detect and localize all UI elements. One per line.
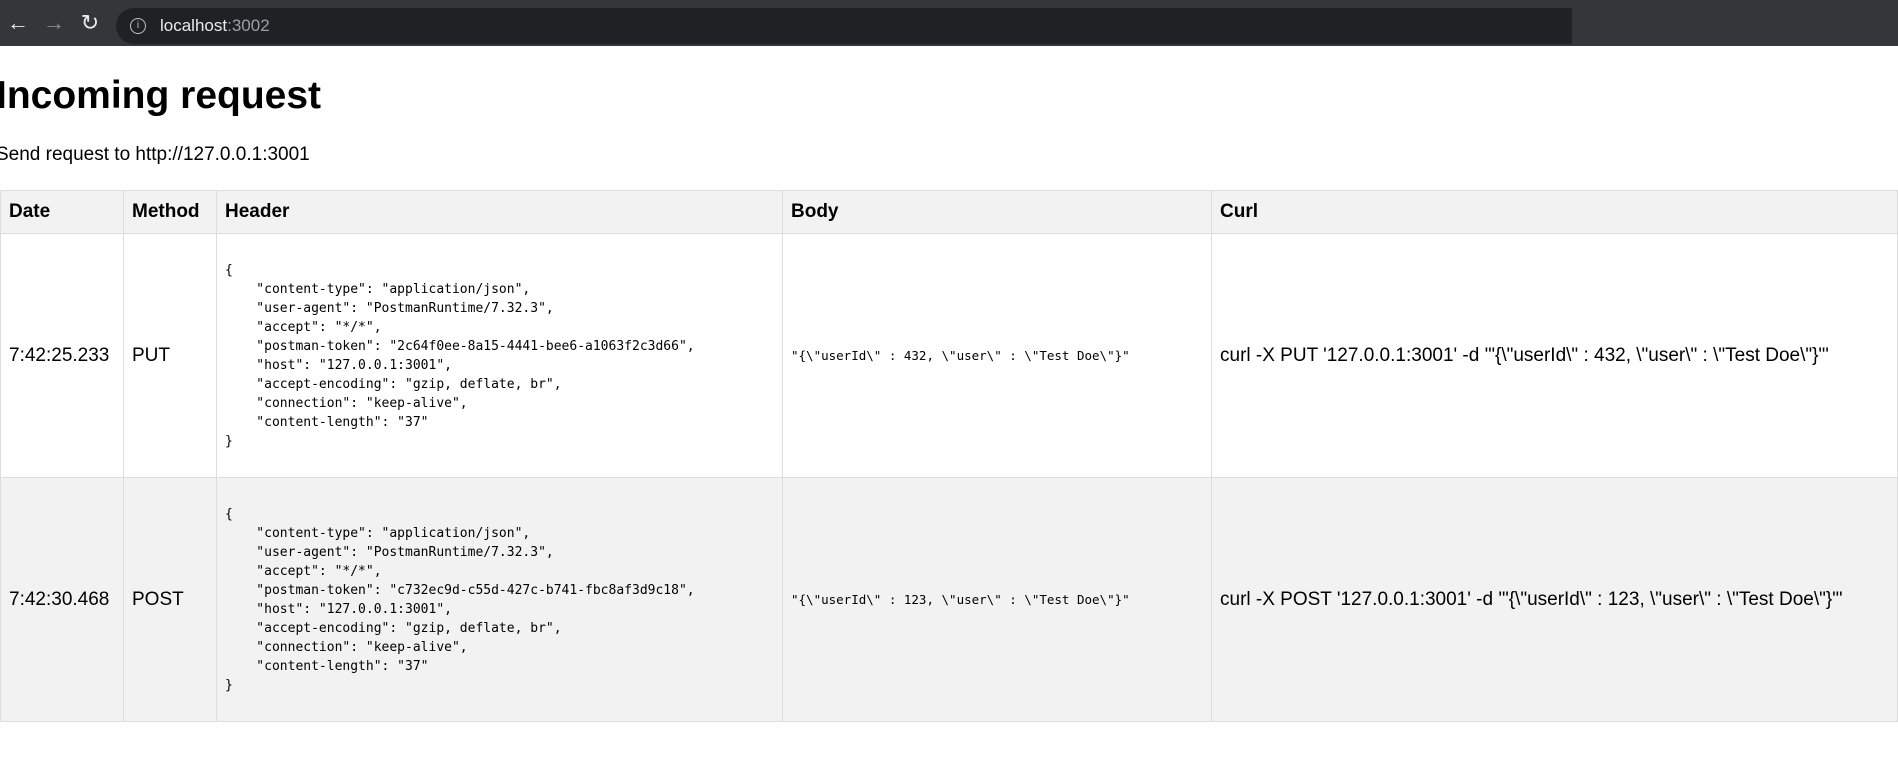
cell-curl: curl -X POST '127.0.0.1:3001' -d '"{\"us…	[1211, 477, 1898, 722]
browser-toolbar: ← → ↻ i localhost:3002	[0, 0, 1898, 46]
cell-body: "{\"userId\" : 432, \"user\" : \"Test Do…	[782, 233, 1212, 478]
url-text: localhost:3002	[160, 16, 270, 36]
cell-body: "{\"userId\" : 123, \"user\" : \"Test Do…	[782, 477, 1212, 722]
page-content: Incoming request Send request to http://…	[0, 74, 1898, 166]
header-json: { "content-type": "application/json", "u…	[225, 262, 695, 449]
cell-curl: curl -X PUT '127.0.0.1:3001' -d '"{\"use…	[1211, 233, 1898, 478]
reload-icon[interactable]: ↻	[72, 10, 108, 36]
address-bar[interactable]: i localhost:3002	[116, 8, 1572, 44]
table-row: 7:42:30.468 POST { "content-type": "appl…	[0, 477, 1898, 722]
forward-icon[interactable]: →	[36, 10, 72, 36]
cell-header: { "content-type": "application/json", "u…	[216, 233, 783, 478]
url-port: :3002	[227, 16, 270, 35]
header-json: { "content-type": "application/json", "u…	[225, 506, 695, 693]
cell-method: PUT	[123, 233, 217, 478]
requests-table: Date Method Header Body Curl 7:42:25.233…	[0, 190, 1898, 722]
column-method: Method	[123, 190, 217, 234]
cell-date: 7:42:30.468	[0, 477, 124, 722]
table-header-row: Date Method Header Body Curl	[0, 190, 1898, 234]
back-icon[interactable]: ←	[0, 10, 36, 36]
table-row: 7:42:25.233 PUT { "content-type": "appli…	[0, 233, 1898, 478]
cell-date: 7:42:25.233	[0, 233, 124, 478]
page-title: Incoming request	[0, 74, 322, 117]
page-subtitle: Send request to http://127.0.0.1:3001	[0, 144, 310, 165]
url-host: localhost	[160, 16, 228, 35]
column-curl: Curl	[1211, 190, 1898, 234]
cell-header: { "content-type": "application/json", "u…	[216, 477, 783, 722]
column-header: Header	[216, 190, 783, 234]
column-date: Date	[0, 190, 124, 234]
info-icon[interactable]: i	[130, 18, 146, 34]
column-body: Body	[782, 190, 1212, 234]
cell-method: POST	[123, 477, 217, 722]
